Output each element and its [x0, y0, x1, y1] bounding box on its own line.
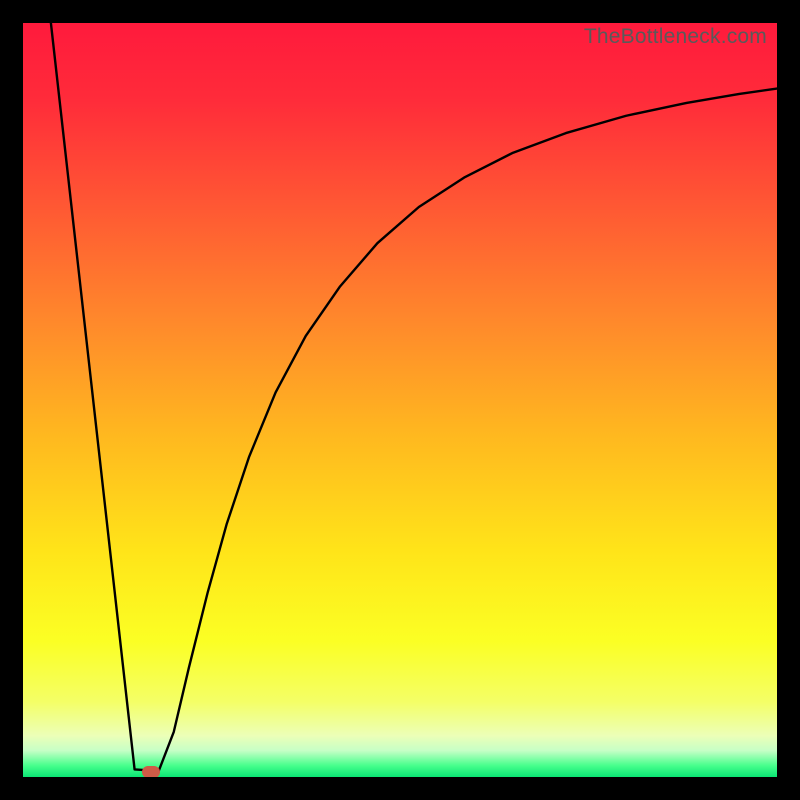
plot-area: TheBottleneck.com — [23, 23, 777, 777]
bottleneck-curve — [23, 23, 777, 777]
optimal-point-marker — [142, 766, 160, 777]
chart-frame: TheBottleneck.com — [0, 0, 800, 800]
curve-left-segment — [51, 23, 159, 771]
curve-right-segment — [159, 89, 777, 771]
watermark-text: TheBottleneck.com — [584, 25, 767, 49]
